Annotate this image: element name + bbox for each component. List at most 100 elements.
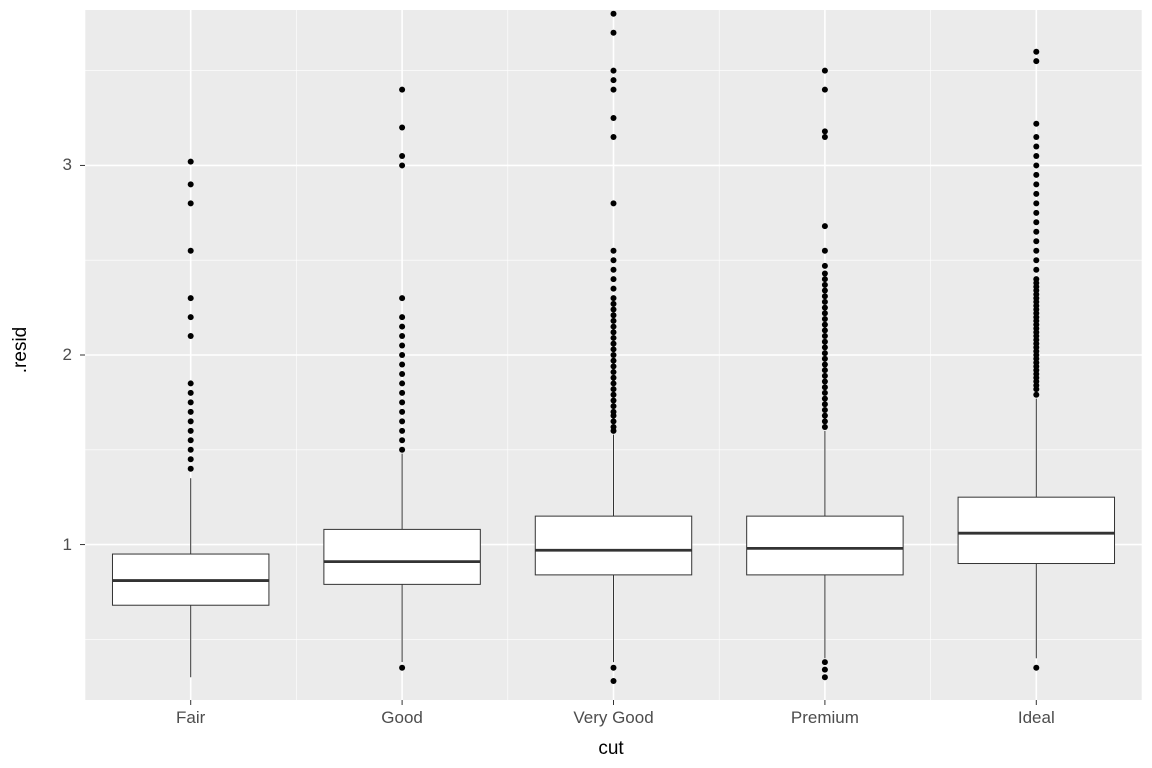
outlier-point xyxy=(399,399,405,405)
outlier-point xyxy=(611,68,617,74)
outlier-point xyxy=(822,379,828,385)
outlier-point xyxy=(188,200,194,206)
outlier-point xyxy=(611,424,617,430)
outlier-point xyxy=(822,667,828,673)
outlier-point xyxy=(611,386,617,392)
outlier-point xyxy=(822,134,828,140)
outlier-point xyxy=(1033,58,1039,64)
outlier-point xyxy=(611,324,617,330)
outlier-point xyxy=(399,437,405,443)
outlier-point xyxy=(611,358,617,364)
outlier-point xyxy=(188,314,194,320)
outlier-point xyxy=(399,361,405,367)
outlier-point xyxy=(822,310,828,316)
outlier-point xyxy=(611,286,617,292)
outlier-point xyxy=(1033,238,1039,244)
outlier-point xyxy=(822,87,828,93)
outlier-point xyxy=(1033,200,1039,206)
x-tick-label: Premium xyxy=(791,708,859,728)
y-tick-label: 1 xyxy=(12,535,72,555)
outlier-point xyxy=(1033,257,1039,263)
outlier-point xyxy=(822,367,828,373)
x-tick-label: Fair xyxy=(176,708,205,728)
outlier-point xyxy=(1033,392,1039,398)
outlier-point xyxy=(611,375,617,381)
outlier-point xyxy=(399,418,405,424)
outlier-point xyxy=(611,380,617,386)
outlier-point xyxy=(822,424,828,430)
outlier-point xyxy=(822,223,828,229)
outlier-point xyxy=(399,87,405,93)
outlier-point xyxy=(822,282,828,288)
outlier-point xyxy=(822,263,828,269)
outlier-point xyxy=(1033,162,1039,168)
outlier-point xyxy=(1033,665,1039,671)
x-axis-title: cut xyxy=(80,738,1142,760)
outlier-point xyxy=(822,407,828,413)
outlier-point xyxy=(822,418,828,424)
outlier-point xyxy=(1033,267,1039,273)
outlier-point xyxy=(611,312,617,318)
outlier-point xyxy=(822,270,828,276)
outlier-point xyxy=(822,344,828,350)
outlier-point xyxy=(1033,191,1039,197)
outlier-point xyxy=(399,333,405,339)
outlier-point xyxy=(611,200,617,206)
outlier-point xyxy=(1033,181,1039,187)
outlier-point xyxy=(822,356,828,362)
outlier-point xyxy=(188,437,194,443)
outlier-point xyxy=(188,428,194,434)
outlier-point xyxy=(822,288,828,294)
outlier-point xyxy=(822,293,828,299)
outlier-point xyxy=(1033,210,1039,216)
x-tick-label: Good xyxy=(381,708,423,728)
outlier-point xyxy=(399,162,405,168)
outlier-point xyxy=(399,343,405,349)
box xyxy=(958,497,1114,563)
outlier-point xyxy=(188,248,194,254)
outlier-point xyxy=(611,335,617,341)
outlier-point xyxy=(611,115,617,121)
outlier-point xyxy=(611,276,617,282)
y-tick-label: 3 xyxy=(12,155,72,175)
outlier-point xyxy=(1033,49,1039,55)
outlier-point xyxy=(611,307,617,313)
plot-svg xyxy=(0,0,1152,768)
outlier-point xyxy=(399,447,405,453)
outlier-point xyxy=(611,257,617,263)
outlier-point xyxy=(822,390,828,396)
y-tick-label: 2 xyxy=(12,345,72,365)
outlier-point xyxy=(611,346,617,352)
outlier-point xyxy=(611,248,617,254)
outlier-point xyxy=(611,665,617,671)
outlier-point xyxy=(822,361,828,367)
x-tick-label: Ideal xyxy=(1018,708,1055,728)
outlier-point xyxy=(399,428,405,434)
outlier-point xyxy=(399,352,405,358)
outlier-point xyxy=(611,409,617,415)
x-tick-label: Very Good xyxy=(573,708,653,728)
outlier-point xyxy=(1033,248,1039,254)
outlier-point xyxy=(399,295,405,301)
outlier-point xyxy=(188,466,194,472)
outlier-point xyxy=(822,396,828,402)
outlier-point xyxy=(611,369,617,375)
outlier-point xyxy=(188,447,194,453)
outlier-point xyxy=(611,134,617,140)
outlier-point xyxy=(188,181,194,187)
outlier-point xyxy=(611,77,617,83)
outlier-point xyxy=(822,299,828,305)
outlier-point xyxy=(188,295,194,301)
outlier-point xyxy=(611,30,617,36)
outlier-point xyxy=(822,401,828,407)
outlier-point xyxy=(822,339,828,345)
outlier-point xyxy=(611,301,617,307)
outlier-point xyxy=(188,159,194,165)
outlier-point xyxy=(822,322,828,328)
outlier-point xyxy=(611,352,617,358)
box xyxy=(535,516,691,575)
outlier-point xyxy=(1033,219,1039,225)
outlier-point xyxy=(399,665,405,671)
outlier-point xyxy=(399,380,405,386)
box xyxy=(324,529,480,584)
